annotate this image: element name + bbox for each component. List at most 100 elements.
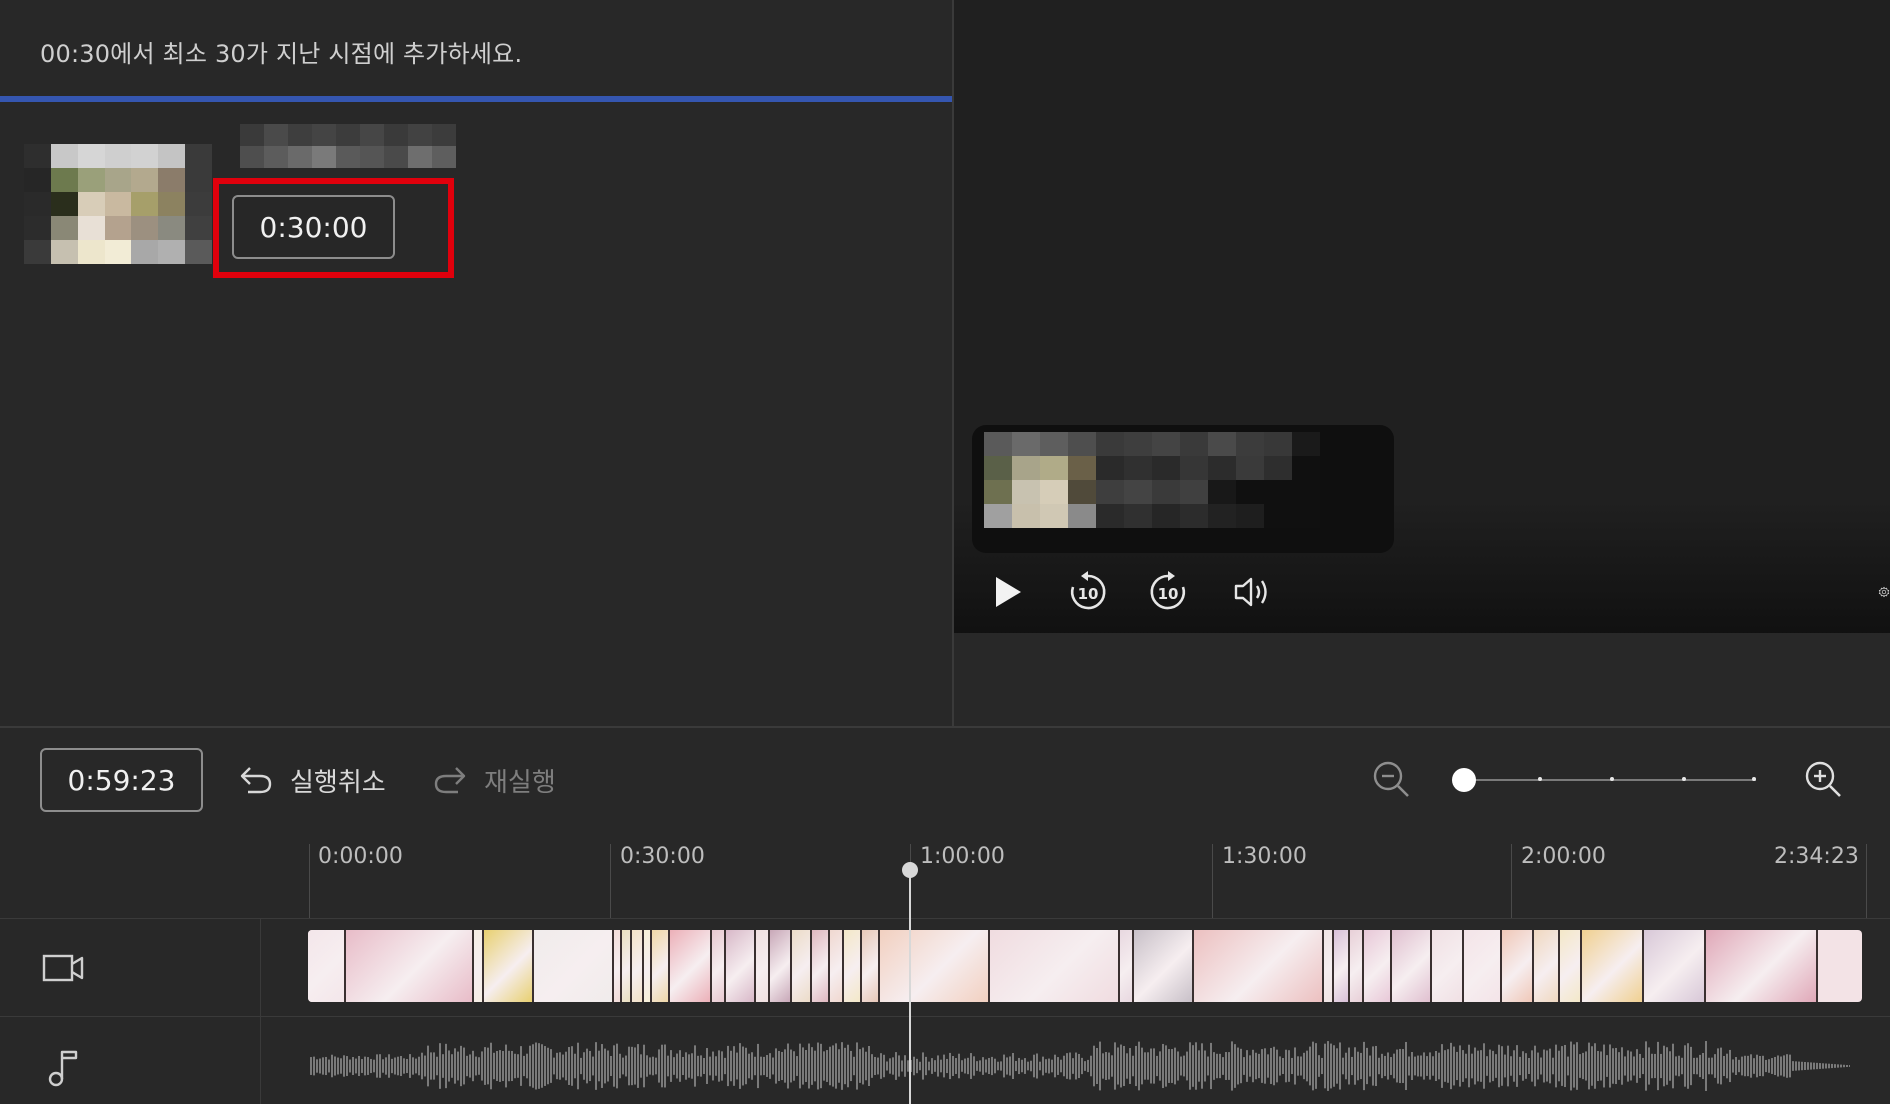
blur-pixel — [77, 192, 105, 216]
waveform-bar — [691, 1053, 693, 1079]
current-time-field[interactable]: 0:59:23 — [40, 748, 203, 812]
undo-button[interactable]: 실행취소 — [238, 758, 386, 802]
waveform-bar — [1054, 1054, 1056, 1078]
blur-pixel — [104, 168, 132, 192]
waveform-bar — [1369, 1055, 1371, 1077]
waveform-bar — [658, 1049, 660, 1083]
blur-pixel — [131, 144, 159, 168]
audio-waveform[interactable] — [310, 1040, 1850, 1092]
zoom-slider-thumb[interactable] — [1452, 768, 1476, 792]
waveform-bar — [364, 1056, 366, 1076]
waveform-bar — [1456, 1051, 1458, 1081]
waveform-bar — [1525, 1053, 1527, 1079]
waveform-bar — [928, 1061, 930, 1071]
waveform-bar — [697, 1055, 699, 1077]
waveform-bar — [694, 1045, 696, 1087]
waveform-bar — [466, 1055, 468, 1077]
blur-pixel — [50, 192, 78, 216]
blur-pixel — [131, 168, 159, 192]
waveform-bar — [1657, 1041, 1659, 1091]
waveform-bar — [877, 1057, 879, 1075]
waveform-bar — [442, 1054, 444, 1078]
waveform-bar — [328, 1059, 330, 1073]
waveform-bar — [1081, 1057, 1083, 1075]
settings-button[interactable] — [1858, 564, 1890, 620]
playhead[interactable] — [909, 866, 911, 1104]
waveform-bar — [541, 1044, 543, 1088]
waveform-bar — [568, 1047, 570, 1085]
waveform-bar — [961, 1060, 963, 1072]
waveform-bar — [1093, 1045, 1095, 1087]
waveform-bar — [1726, 1053, 1728, 1079]
waveform-bar — [1027, 1061, 1029, 1071]
waveform-bar — [514, 1053, 516, 1079]
waveform-bar — [424, 1055, 426, 1077]
waveform-bar — [1006, 1057, 1008, 1075]
waveform-bar — [1804, 1062, 1806, 1070]
waveform-bar — [1729, 1049, 1731, 1083]
waveform-bar — [1507, 1045, 1509, 1087]
waveform-bar — [1207, 1056, 1209, 1076]
waveform-bar — [1000, 1061, 1002, 1071]
zoom-in-button[interactable] — [1800, 756, 1848, 804]
blur-pixel — [185, 144, 212, 168]
audio-track-icon — [44, 1046, 84, 1090]
play-button[interactable] — [980, 564, 1036, 620]
waveform-bar — [625, 1055, 627, 1077]
blur-pixel — [1124, 432, 1152, 456]
waveform-bar — [934, 1060, 936, 1072]
waveform-bar — [1357, 1051, 1359, 1081]
timeline-ruler[interactable]: 0:00:00 0:30:00 1:00:00 1:30:00 2:00:00 … — [0, 830, 1890, 918]
waveform-bar — [1264, 1048, 1266, 1084]
video-frame — [670, 930, 712, 1002]
waveform-bar — [1375, 1045, 1377, 1087]
zoom-slider-track[interactable] — [1466, 777, 1756, 781]
waveform-bar — [1501, 1046, 1503, 1086]
zoom-out-button[interactable] — [1368, 756, 1416, 804]
waveform-bar — [751, 1052, 753, 1080]
waveform-bar — [1558, 1050, 1560, 1082]
blur-pixel — [77, 240, 105, 264]
video-frame — [726, 930, 756, 1002]
video-track[interactable] — [308, 930, 1862, 1002]
waveform-bar — [973, 1056, 975, 1076]
blur-pixel — [360, 146, 384, 168]
rewind-10-button[interactable]: 10 — [1060, 564, 1116, 620]
waveform-bar — [502, 1050, 504, 1082]
waveform-bar — [1765, 1059, 1767, 1073]
waveform-bar — [757, 1043, 759, 1089]
blur-pixel — [1180, 432, 1208, 456]
waveform-bar — [1441, 1044, 1443, 1088]
waveform-bar — [1120, 1044, 1122, 1088]
waveform-bar — [574, 1053, 576, 1079]
waveform-bar — [463, 1047, 465, 1085]
waveform-bar — [1783, 1055, 1785, 1077]
waveform-bar — [1522, 1051, 1524, 1081]
waveform-bar — [1297, 1056, 1299, 1076]
video-frame — [1120, 930, 1134, 1002]
playhead-handle[interactable] — [902, 862, 918, 878]
chapter-time-field[interactable]: 0:30:00 — [232, 195, 395, 259]
blur-pixel — [984, 480, 1012, 504]
waveform-bar — [577, 1042, 579, 1090]
volume-button[interactable] — [1224, 564, 1280, 620]
waveform-bar — [1315, 1043, 1317, 1089]
rewind-10-icon: 10 — [1070, 571, 1106, 610]
video-frame — [346, 930, 474, 1002]
waveform-bar — [850, 1050, 852, 1082]
waveform-bar — [640, 1054, 642, 1078]
waveform-bar — [1582, 1052, 1584, 1080]
waveform-bar — [829, 1046, 831, 1086]
waveform-bar — [1807, 1062, 1809, 1070]
waveform-bar — [454, 1048, 456, 1084]
video-frame — [830, 930, 844, 1002]
forward-10-button[interactable]: 10 — [1140, 564, 1196, 620]
video-frame — [792, 930, 812, 1002]
blur-pixel — [50, 216, 78, 240]
tick-label: 1:00:00 — [920, 844, 1005, 869]
video-frame — [1324, 930, 1334, 1002]
waveform-bar — [1408, 1056, 1410, 1076]
blur-pixel — [288, 124, 312, 146]
redo-button[interactable]: 재실행 — [432, 758, 556, 802]
waveform-bar — [814, 1050, 816, 1082]
